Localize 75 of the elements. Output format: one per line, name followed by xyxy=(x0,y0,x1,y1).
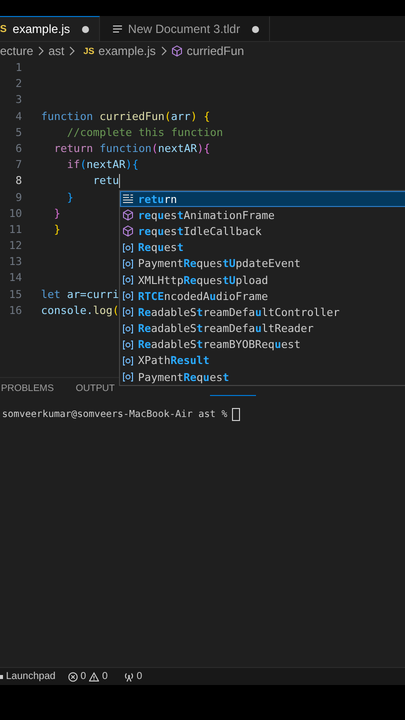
js-icon: S xyxy=(0,24,7,34)
warning-icon xyxy=(89,672,100,682)
keyword-icon xyxy=(122,193,134,206)
panel-tab[interactable]: PROBLEMS xyxy=(1,382,54,394)
variable-icon xyxy=(122,354,134,367)
line-number: 13 xyxy=(8,254,22,270)
editor-tab[interactable]: S example.js xyxy=(0,16,100,41)
code-line: retu xyxy=(92,173,120,190)
chevron-icon xyxy=(37,46,44,56)
error-count: 0 xyxy=(80,671,86,682)
suggestion-item[interactable]: ReadableStreamBYOBRequest xyxy=(120,336,405,353)
code-line: console.log( xyxy=(41,302,120,319)
text-file-icon xyxy=(112,24,122,34)
line-number: 5 xyxy=(14,124,22,141)
variable-icon xyxy=(122,371,134,384)
line-number: 6 xyxy=(14,140,22,157)
variable-icon xyxy=(122,258,134,270)
code-line: return function(nextAR){ xyxy=(53,140,210,157)
line-number: 15 xyxy=(8,286,22,303)
line-number: 16 xyxy=(8,302,22,319)
code-line: //complete this function xyxy=(66,124,224,141)
cube-icon xyxy=(122,225,134,238)
code-line: function curriedFun(arr) { xyxy=(41,108,210,125)
variable-icon xyxy=(122,290,134,302)
line-number: 3 xyxy=(14,92,22,108)
line-number: 1 xyxy=(14,60,22,76)
breadcrumb-item[interactable]: example.js xyxy=(98,44,156,58)
variable-icon xyxy=(122,338,134,351)
terminal-cursor xyxy=(232,408,240,421)
line-number: 9 xyxy=(14,190,22,206)
chevron-icon xyxy=(68,46,76,56)
suggestion-item[interactable]: PaymentRequestUpdateEvent xyxy=(120,256,405,272)
suggestion-item[interactable]: requestAnimationFrame xyxy=(120,207,405,224)
line-number: 14 xyxy=(8,270,22,286)
warning-count: 0 xyxy=(102,671,108,682)
line-number: 2 xyxy=(14,76,22,92)
error-icon xyxy=(68,672,78,682)
launchpad-button[interactable]: Launchpad xyxy=(6,671,56,682)
suggestion-item[interactable]: Request xyxy=(120,240,405,256)
suggestion-item[interactable]: ReadableStreamDefaultController xyxy=(120,304,405,320)
cube-icon xyxy=(122,209,134,222)
code-line: } xyxy=(66,190,74,206)
editor-tab[interactable]: New Document 3.tldr xyxy=(100,16,270,41)
variable-icon xyxy=(122,242,134,254)
js-icon: JS xyxy=(83,46,94,56)
line-number: 10 xyxy=(8,206,22,222)
line-number: 8 xyxy=(14,173,22,190)
code-line: if(nextAR){ xyxy=(66,157,139,174)
variable-icon xyxy=(122,322,134,335)
suggestion-item[interactable]: XMLHttpRequestUpload xyxy=(120,272,405,288)
suggestion-item[interactable]: PaymentRequest xyxy=(120,369,405,386)
code-line: let ar=curri xyxy=(41,286,120,303)
panel-tab[interactable]: OUTPUT xyxy=(76,382,115,394)
terminal-prompt: somveerkumar@somveers-MacBook-Air ast % xyxy=(2,409,228,420)
suggestion-item[interactable]: XPathResult xyxy=(120,352,405,370)
line-number: 11 xyxy=(8,222,22,238)
suggestion-item[interactable]: requestIdleCallback xyxy=(120,223,405,240)
suggestion-item[interactable]: return xyxy=(120,191,405,208)
chevron-icon xyxy=(160,46,167,56)
variable-icon xyxy=(122,274,134,286)
breadcrumb-item[interactable]: ecture xyxy=(0,44,34,58)
ports-count: 0 xyxy=(136,671,142,682)
variable-icon xyxy=(122,306,134,318)
code-line: } xyxy=(53,222,61,238)
line-number: 4 xyxy=(14,108,22,125)
breadcrumb-item[interactable]: ast xyxy=(48,44,64,58)
cube-icon xyxy=(170,45,183,57)
line-number: 7 xyxy=(14,157,22,174)
antenna-icon xyxy=(124,672,134,682)
suggestion-item[interactable]: ReadableStreamDefaultReader xyxy=(120,320,405,337)
code-line: } xyxy=(53,206,61,222)
breadcrumb-item[interactable]: curriedFun xyxy=(186,44,244,58)
suggestion-item[interactable]: RTCEncodedAudioFrame xyxy=(120,288,405,304)
text-cursor xyxy=(119,174,120,188)
line-number: 12 xyxy=(8,238,22,254)
